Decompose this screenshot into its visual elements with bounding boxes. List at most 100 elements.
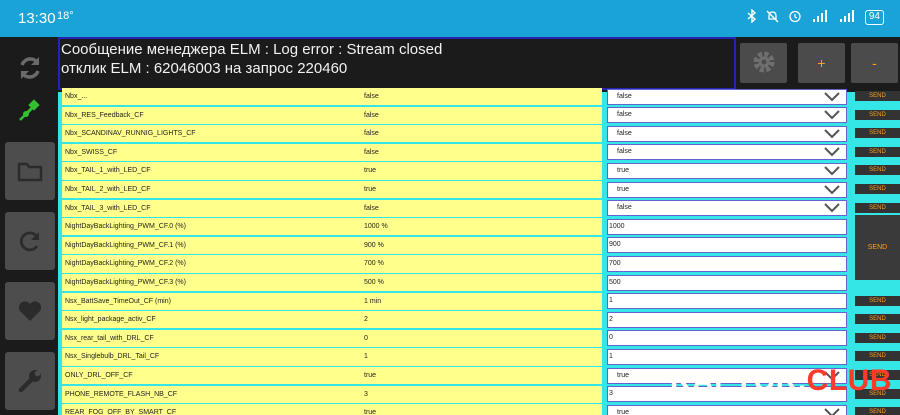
temperature: 18° xyxy=(57,10,74,22)
table-row: Nbx_TAIL_3_with_LED_CF false false SEND xyxy=(58,199,900,219)
parameter-value: false xyxy=(364,130,379,138)
table-row: Nbx_TAIL_1_with_LED_CF true true SEND xyxy=(58,162,900,181)
control-current-value: 1 xyxy=(609,297,613,305)
reload-icon[interactable] xyxy=(5,212,55,270)
send-button[interactable]: SEND xyxy=(855,128,900,139)
send-button[interactable]: SEND xyxy=(855,407,900,415)
chevron-down-icon xyxy=(824,407,840,415)
parameter-name: NightDayBackLighting_PWM_CF.0 (%) xyxy=(62,218,602,236)
value-dropdown[interactable]: true xyxy=(607,181,847,198)
control-current-value: true xyxy=(617,185,630,193)
battery-icon: 94 xyxy=(864,10,884,25)
signal-icon xyxy=(838,9,856,26)
value-dropdown[interactable]: false xyxy=(607,200,847,217)
send-button[interactable]: SEND xyxy=(855,295,900,306)
wrench-icon[interactable] xyxy=(5,352,55,410)
folder-icon[interactable] xyxy=(5,142,55,200)
send-button[interactable]: SEND xyxy=(855,165,900,176)
parameter-name: Nbx_SCANDINAV_RUNNIG_LIGHTS_CF xyxy=(62,125,602,143)
table-row: Nbx_SCANDINAV_RUNNIG_LIGHTS_CF false false… xyxy=(58,125,900,144)
parameter-value: 0 xyxy=(364,334,368,342)
parameter-value: 500 % xyxy=(364,279,384,286)
table-row: Nsx_light_package_activ_CF 2 2 SEND xyxy=(58,311,900,330)
parameter-name: NightDayBackLighting_PWM_CF.3 (%) xyxy=(62,274,602,292)
table-row: NightDayBackLighting_PWM_CF.0 (%) 1000 % 1… xyxy=(58,218,900,237)
table-row: Nbx_... false false SEND xyxy=(58,88,900,107)
chevron-down-icon xyxy=(824,203,840,213)
send-button[interactable]: SEND xyxy=(855,202,900,213)
parameter-name: Nbx_TAIL_1_with_LED_CF xyxy=(62,162,602,180)
value-dropdown[interactable]: true xyxy=(607,162,847,179)
chevron-down-icon xyxy=(824,184,840,194)
parameter-name: Nsx_BattSave_TimeOut_CF (min) xyxy=(62,292,602,310)
heart-icon[interactable] xyxy=(5,282,55,340)
clock: 13:30 xyxy=(18,10,56,27)
message-line-1: Сообщение менеджера ELM : Log error : St… xyxy=(61,41,443,58)
chevron-down-icon xyxy=(824,166,840,176)
alarm-icon xyxy=(788,9,802,26)
app-screen: 13:30 18° 94 Сообщение менеджера ELM: L… xyxy=(0,0,900,415)
value-dropdown[interactable]: false xyxy=(607,107,847,124)
send-button[interactable]: SEND xyxy=(855,184,900,194)
control-current-value: false xyxy=(617,111,632,119)
parameter-name: Nbx_... xyxy=(62,88,602,106)
send-button[interactable]: SEND xyxy=(855,332,900,343)
parameter-value: true xyxy=(364,372,377,379)
table-row: Nsx_rear_tail_with_DRL_CF 0 0 SEND xyxy=(58,329,900,349)
send-button[interactable]: SEND xyxy=(855,351,900,362)
control-current-value: true xyxy=(617,371,630,379)
parameter-name: NightDayBackLighting_PWM_CF.1 (%) xyxy=(62,236,602,254)
elm-message-box: Сообщение менеджера ELM : Log error : St… xyxy=(58,37,736,90)
parameter-value: 1 min xyxy=(364,297,382,305)
plug-icon[interactable] xyxy=(5,87,55,132)
value-dropdown[interactable]: false xyxy=(607,144,847,161)
chevron-down-icon xyxy=(824,147,840,157)
parameter-name: ONLY_DRL_OFF_CF xyxy=(62,367,602,385)
parameter-name: Nbx_TAIL_3_with_LED_CF xyxy=(62,199,602,217)
send-button[interactable]: SEND xyxy=(855,146,900,157)
value-dropdown[interactable]: true xyxy=(607,404,847,415)
minus-button[interactable]: - xyxy=(851,43,898,83)
value-dropdown[interactable]: false xyxy=(607,125,847,142)
signal-4g-icon xyxy=(811,9,829,26)
control-current-value: false xyxy=(617,204,632,212)
control-current-value: 500 xyxy=(609,278,621,286)
send-button[interactable]: SEND xyxy=(855,109,900,120)
parameter-value: 700 % xyxy=(364,260,384,268)
send-pwm-group-button[interactable]: SEND xyxy=(855,215,900,280)
control-current-value: 1 xyxy=(609,352,613,360)
send-button[interactable]: SEND xyxy=(855,314,900,325)
control-current-value: 3 xyxy=(609,390,613,398)
control-current-value: 0 xyxy=(609,334,613,342)
value-input[interactable]: 1000 xyxy=(607,218,847,235)
settings-button[interactable] xyxy=(740,43,787,83)
table-row: NightDayBackLighting_PWM_CF.1 (%) 900 % 90… xyxy=(58,236,900,256)
table-row: NightDayBackLighting_PWM_CF.2 (%) 700 % 70… xyxy=(58,255,900,274)
parameter-value: 900 % xyxy=(364,241,384,249)
value-input[interactable]: 1 xyxy=(607,293,847,310)
control-current-value: false xyxy=(617,148,632,156)
send-button[interactable]: SEND xyxy=(855,91,900,101)
table-row: REAR_FOG_OFF_BY_SMART_CF true true SEND xyxy=(58,404,900,415)
parameter-value: false xyxy=(364,204,379,212)
value-input[interactable]: 900 xyxy=(607,237,847,254)
value-dropdown[interactable]: false xyxy=(607,88,847,105)
value-input[interactable]: 0 xyxy=(607,330,847,347)
control-current-value: false xyxy=(617,92,632,100)
value-input[interactable]: 500 xyxy=(607,274,847,291)
parameter-value: 1 xyxy=(364,353,368,361)
chevron-down-icon xyxy=(824,91,840,101)
control-current-value: true xyxy=(617,408,630,415)
plus-button[interactable]: + xyxy=(798,43,845,83)
value-input[interactable]: 2 xyxy=(607,311,847,328)
parameter-name: Nbx_SWISS_CF xyxy=(62,143,602,161)
chevron-down-icon xyxy=(824,128,840,139)
bluetooth-icon xyxy=(747,8,757,26)
value-input[interactable]: 1 xyxy=(607,348,847,365)
value-input[interactable]: 700 xyxy=(607,255,847,272)
parameter-name: PHONE_REMOTE_FLASH_NB_CF xyxy=(62,385,602,403)
parameter-value: true xyxy=(364,167,377,175)
chevron-down-icon xyxy=(824,110,840,120)
control-current-value: 1000 xyxy=(609,222,625,230)
parameter-value: true xyxy=(364,409,377,415)
